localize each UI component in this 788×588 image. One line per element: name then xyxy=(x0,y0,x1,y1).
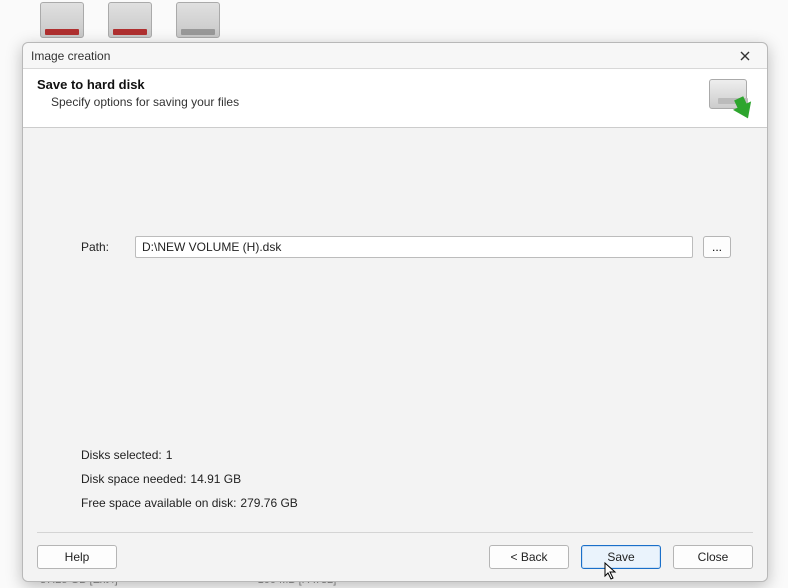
close-icon xyxy=(740,48,750,64)
dialog-footer: Help < Back Save Close xyxy=(23,533,767,581)
free-space-value: 279.76 GB xyxy=(240,496,297,510)
back-button[interactable]: < Back xyxy=(489,545,569,569)
dialog-title: Image creation xyxy=(31,49,731,63)
space-needed-value: 14.91 GB xyxy=(190,472,241,486)
close-footer-button[interactable]: Close xyxy=(673,545,753,569)
disk-thumb-icon xyxy=(108,2,152,38)
space-needed-row: Disk space needed: 14.91 GB xyxy=(81,472,298,486)
save-button[interactable]: Save xyxy=(581,545,661,569)
path-row: Path: ... xyxy=(81,236,731,258)
disk-thumb-icon xyxy=(176,2,220,38)
image-creation-dialog: Image creation Save to hard disk Specify… xyxy=(22,42,768,582)
disks-selected-row: Disks selected: 1 xyxy=(81,448,298,462)
close-button[interactable] xyxy=(731,46,759,66)
disk-thumb-icon xyxy=(40,2,84,38)
free-space-label: Free space available on disk: xyxy=(81,496,236,510)
space-needed-label: Disk space needed: xyxy=(81,472,186,486)
dialog-titlebar: Image creation xyxy=(23,43,767,69)
path-input[interactable] xyxy=(135,236,693,258)
path-label: Path: xyxy=(81,240,125,254)
bg-disk-thumbnails xyxy=(40,0,220,38)
summary-info: Disks selected: 1 Disk space needed: 14.… xyxy=(81,448,298,510)
disks-selected-label: Disks selected: xyxy=(81,448,162,462)
disks-selected-value: 1 xyxy=(166,448,173,462)
free-space-row: Free space available on disk: 279.76 GB xyxy=(81,496,298,510)
dialog-body: Path: ... Disks selected: 1 Disk space n… xyxy=(23,128,767,532)
help-button[interactable]: Help xyxy=(37,545,117,569)
save-to-disk-icon xyxy=(705,77,753,117)
header-heading: Save to hard disk xyxy=(37,77,697,92)
header-subtext: Specify options for saving your files xyxy=(51,95,697,109)
dialog-header: Save to hard disk Specify options for sa… xyxy=(23,69,767,128)
browse-button[interactable]: ... xyxy=(703,236,731,258)
